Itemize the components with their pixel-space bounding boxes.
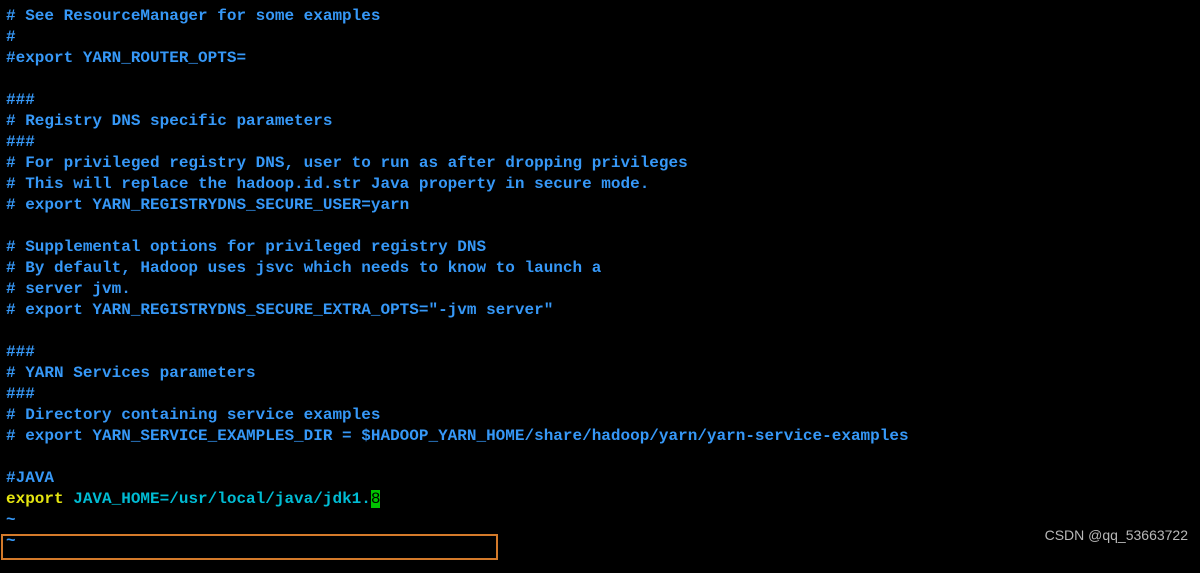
code-line: # This will replace the hadoop.id.str Ja… [6,174,1194,195]
code-line: # Registry DNS specific parameters [6,111,1194,132]
code-line: # export YARN_REGISTRYDNS_SECURE_USER=ya… [6,195,1194,216]
code-line [6,321,1194,342]
tilde-line: ~ [6,510,1194,531]
tilde-line: ~ [6,531,1194,552]
code-line: # Supplemental options for privileged re… [6,237,1194,258]
code-line: ### [6,342,1194,363]
code-line: #JAVA [6,468,1194,489]
code-line: # By default, Hadoop uses jsvc which nee… [6,258,1194,279]
export-line: export JAVA_HOME=/usr/local/java/jdk1.8 [6,489,1194,510]
code-line: # For privileged registry DNS, user to r… [6,153,1194,174]
code-line [6,69,1194,90]
code-line: # [6,27,1194,48]
code-line: ### [6,90,1194,111]
code-line: # export YARN_REGISTRYDNS_SECURE_EXTRA_O… [6,300,1194,321]
cursor: 8 [371,490,381,508]
code-line: ### [6,132,1194,153]
code-line: ### [6,384,1194,405]
terminal-viewport[interactable]: # See ResourceManager for some examples … [0,0,1200,552]
code-line: # YARN Services parameters [6,363,1194,384]
watermark: CSDN @qq_53663722 [1045,525,1188,546]
code-line: # server jvm. [6,279,1194,300]
code-line [6,216,1194,237]
code-line: # export YARN_SERVICE_EXAMPLES_DIR = $HA… [6,426,1194,447]
code-line [6,447,1194,468]
export-space [64,490,74,508]
code-line: # Directory containing service examples [6,405,1194,426]
export-assignment: JAVA_HOME=/usr/local/java/jdk1. [73,490,371,508]
code-line: # See ResourceManager for some examples [6,6,1194,27]
code-line: #export YARN_ROUTER_OPTS= [6,48,1194,69]
export-keyword: export [6,490,64,508]
